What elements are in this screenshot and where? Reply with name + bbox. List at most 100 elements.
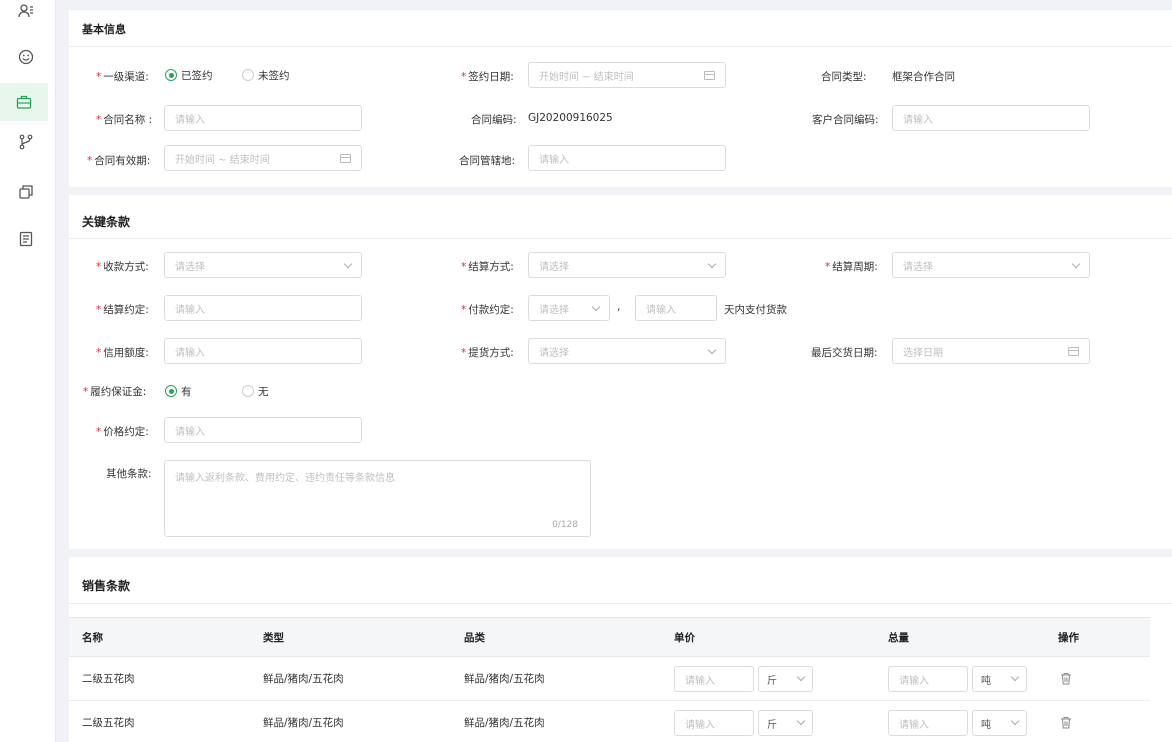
settle-method-label: * 结算方式: [461, 261, 514, 273]
quantity-unit-select[interactable]: 吨 [972, 666, 1027, 692]
section-title-terms: 关键条款 [82, 215, 131, 229]
sign-date-range-input[interactable]: 开始时间 ~ 结束时间 [528, 62, 726, 88]
other-terms-label: 其他条款: [106, 468, 152, 480]
contract-type-value: 框架合作合同 [892, 71, 955, 83]
quantity-input[interactable]: 请输入 [888, 666, 968, 692]
pay-agree-select[interactable]: 请选择 [528, 295, 610, 321]
collect-method-label: * 收款方式: [96, 261, 149, 273]
price-input[interactable]: 请输入 [674, 666, 754, 692]
quantity-unit-select[interactable]: 吨 [972, 710, 1027, 736]
price-unit-select[interactable]: 斤 [758, 666, 813, 692]
cell-action [1045, 700, 1150, 742]
char-counter: 0/128 [552, 520, 578, 530]
layers-icon[interactable] [10, 176, 42, 208]
chevron-down-icon [707, 345, 717, 355]
settle-cycle-label: * 结算周期: [825, 261, 878, 273]
table-header-row: 名称 类型 品类 单价 总量 操作 [69, 617, 1150, 657]
contract-name-input[interactable]: 请输入 [164, 105, 362, 131]
chevron-down-icon [796, 672, 806, 682]
pay-agree-days-input[interactable]: 请输入 [635, 295, 717, 321]
last-delivery-date-input[interactable]: 选择日期 [892, 338, 1090, 364]
settle-cycle-select[interactable]: 请选择 [892, 252, 1090, 278]
price-input[interactable]: 请输入 [674, 710, 754, 736]
deposit-label: * 履约保证金: [83, 386, 147, 398]
chevron-down-icon [343, 259, 353, 269]
deposit-radio-no[interactable] [242, 385, 254, 397]
chevron-down-icon [1010, 672, 1020, 682]
deposit-radio-yes[interactable] [165, 385, 177, 397]
calendar-icon [1068, 347, 1079, 356]
key-terms-card: 关键条款 * 收款方式: 请选择 * 结算方式: 请选择 * 结算周期: 请选择 * 结… [69, 195, 1172, 549]
cell-type: 鲜品/猪肉/五花肉 [250, 700, 451, 742]
sidebar [0, 0, 56, 742]
contract-name-label: * 合同名称 : [96, 114, 153, 126]
pay-agree-label: * 付款约定: [461, 304, 514, 316]
chevron-down-icon [1071, 259, 1081, 269]
col-header-name: 名称 [69, 617, 250, 657]
section-title-sales: 销售条款 [82, 579, 131, 593]
pickup-select[interactable]: 请选择 [528, 338, 726, 364]
trash-icon[interactable] [1060, 716, 1072, 729]
cell-category: 鲜品/猪肉/五花肉 [451, 656, 661, 701]
channel-radio-signed[interactable] [165, 69, 177, 81]
deposit-no-label: 无 [258, 386, 269, 398]
credit-label: * 信用额度: [96, 347, 149, 359]
cell-category: 鲜品/猪肉/五花肉 [451, 700, 661, 742]
col-header-category: 品类 [451, 617, 661, 657]
chevron-down-icon [707, 259, 717, 269]
cell-type: 鲜品/猪肉/五花肉 [250, 656, 451, 701]
settle-agree-label: * 结算约定: [96, 304, 149, 316]
deposit-yes-label: 有 [181, 386, 192, 398]
pay-agree-suffix: 天内支付货款 [724, 304, 787, 316]
table-row: 二级五花肉 鲜品/猪肉/五花肉 鲜品/猪肉/五花肉 请输入 斤 请输入 吨 [69, 700, 1150, 742]
price-unit-select[interactable]: 斤 [758, 710, 813, 736]
pay-agree-comma: , [617, 301, 621, 313]
divider [69, 46, 1172, 47]
branch-icon[interactable] [10, 126, 42, 158]
collect-method-select[interactable]: 请选择 [164, 252, 362, 278]
trash-icon[interactable] [1060, 672, 1072, 685]
settle-method-select[interactable]: 请选择 [528, 252, 726, 278]
customer-code-label: 客户合同编码: [812, 114, 879, 126]
jurisdiction-label: 合同管辖地: [459, 155, 516, 167]
price-agree-input[interactable]: 请输入 [164, 417, 362, 443]
users-icon[interactable] [10, 0, 42, 27]
validity-range-input[interactable]: 开始时间 ~ 结束时间 [164, 145, 362, 171]
cell-quantity: 请输入 吨 [875, 656, 1045, 701]
calendar-icon [340, 154, 351, 163]
document-icon[interactable] [10, 223, 42, 255]
cell-price: 请输入 斤 [661, 700, 875, 742]
jurisdiction-input[interactable]: 请输入 [528, 145, 726, 171]
cell-action [1045, 656, 1150, 701]
other-terms-textarea[interactable]: 请输入返利条款、费用约定、违约责任等条款信息 0/128 [164, 460, 591, 537]
cell-price: 请输入 斤 [661, 656, 875, 701]
channel-label: * 一级渠道: [96, 71, 149, 83]
smile-icon[interactable] [10, 41, 42, 73]
main-content: 基本信息 * 一级渠道: 已签约 未签约 * 签约日期: 开始时间 ~ 结束时间 合… [56, 0, 1172, 742]
section-title-basic: 基本信息 [82, 23, 126, 36]
sales-table: 名称 类型 品类 单价 总量 操作 二级五花肉 鲜品/猪肉/五花肉 鲜品/猪肉/… [69, 617, 1150, 742]
col-header-type: 类型 [250, 617, 451, 657]
channel-radio-unsigned[interactable] [242, 69, 254, 81]
credit-input[interactable]: 请输入 [164, 338, 362, 364]
contract-code-label: 合同编码: [471, 114, 517, 126]
col-header-action: 操作 [1045, 617, 1150, 657]
briefcase-icon[interactable] [0, 83, 48, 121]
calendar-icon [704, 71, 715, 80]
contract-type-label: 合同类型: [821, 71, 867, 83]
last-delivery-label: 最后交货日期: [811, 347, 878, 359]
basic-info-card: 基本信息 * 一级渠道: 已签约 未签约 * 签约日期: 开始时间 ~ 结束时间 合… [69, 10, 1172, 187]
sign-date-label: * 签约日期: [461, 71, 514, 83]
customer-code-input[interactable]: 请输入 [892, 105, 1090, 131]
validity-label: * 合同有效期: [87, 155, 151, 167]
divider [69, 238, 1172, 239]
settle-agree-input[interactable]: 请输入 [164, 295, 362, 321]
chevron-down-icon [796, 716, 806, 726]
chevron-down-icon [591, 302, 601, 312]
cell-quantity: 请输入 吨 [875, 700, 1045, 742]
quantity-input[interactable]: 请输入 [888, 710, 968, 736]
contract-code-value: GJ20200916025 [528, 112, 613, 124]
cell-name: 二级五花肉 [69, 700, 250, 742]
cell-name: 二级五花肉 [69, 656, 250, 701]
col-header-price: 单价 [661, 617, 875, 657]
